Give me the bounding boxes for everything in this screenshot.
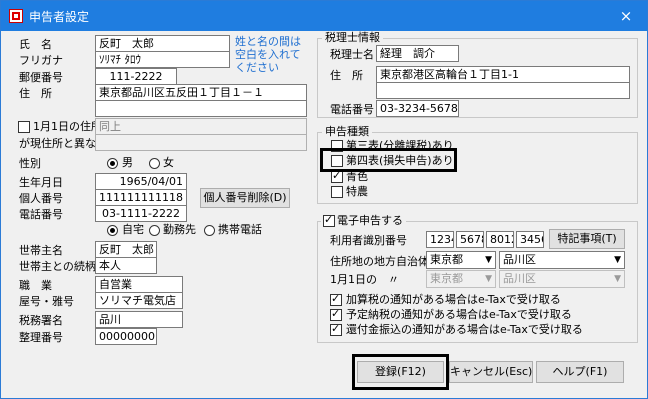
jan1-prefecture-value: 東京都 bbox=[430, 272, 463, 285]
return-type-blue-checkbox[interactable] bbox=[331, 169, 343, 183]
address-label: 住 所 bbox=[19, 87, 52, 100]
user-id-part3-input[interactable]: 8012 bbox=[486, 231, 514, 248]
furigana-label: フリガナ bbox=[19, 54, 63, 67]
ref-number-input[interactable]: 00000000 bbox=[95, 328, 157, 345]
help-button[interactable]: ヘルプ(F1) bbox=[536, 361, 624, 383]
address-line2-input[interactable] bbox=[95, 100, 307, 117]
settings-dialog: 申告者設定 × 氏 名 反町 太郎 フリガナ ｿﾘﾏﾁ ﾀﾛｳ 姓と名の間は空白… bbox=[0, 0, 648, 399]
register-button[interactable]: 登録(F12) bbox=[357, 361, 444, 383]
city-value: 品川区 bbox=[503, 253, 536, 266]
chevron-down-icon: ▼ bbox=[485, 255, 492, 265]
shop-name-input[interactable]: ソリマチ電気店 bbox=[95, 292, 183, 309]
close-icon[interactable]: × bbox=[615, 6, 637, 26]
occupation-input[interactable]: 自営業 bbox=[95, 276, 183, 293]
user-id-label: 利用者識別番号 bbox=[330, 234, 407, 247]
return-type-tokuno-checkbox[interactable] bbox=[331, 186, 343, 198]
jan1-city-value: 品川区 bbox=[503, 272, 536, 285]
notice-prepayment-checkbox[interactable] bbox=[330, 307, 342, 321]
tax-office-input[interactable]: 品川 bbox=[95, 311, 183, 328]
notice-penalty-label: 加算税の通知がある場合はe-Taxで受け取る bbox=[346, 293, 561, 306]
accountant-name-label: 税理士名 bbox=[330, 48, 374, 61]
jan1-local-label: 1月1日の 〃 bbox=[330, 273, 399, 286]
accountant-phone-label: 電話番号 bbox=[330, 103, 374, 116]
etax-enable-checkbox[interactable] bbox=[323, 213, 335, 227]
address-line1-input[interactable]: 東京都品川区五反田１丁目１－１ bbox=[95, 84, 307, 101]
gender-male-label: 男 bbox=[122, 156, 133, 169]
special-notes-button[interactable]: 特記事項(T) bbox=[549, 229, 625, 249]
mynumber-delete-button[interactable]: 個人番号削除(D) bbox=[200, 188, 290, 208]
tax-office-label: 税務署名 bbox=[19, 314, 63, 327]
mynumber-label: 個人番号 bbox=[19, 192, 63, 205]
household-head-label: 世帯主名 bbox=[19, 244, 63, 257]
phone-mobile-label: 携帯電話 bbox=[218, 223, 262, 236]
jan1-city-select[interactable]: 品川区 ▼ bbox=[499, 270, 625, 288]
gender-label: 性別 bbox=[19, 157, 41, 170]
app-icon bbox=[9, 9, 23, 23]
ref-number-label: 整理番号 bbox=[19, 331, 63, 344]
mynumber-input[interactable]: 111111111118 bbox=[95, 189, 187, 206]
phone-label: 電話番号 bbox=[19, 208, 63, 221]
jan1-label-line1: 1月1日の住所 bbox=[33, 120, 102, 133]
postal-label: 郵便番号 bbox=[19, 71, 63, 84]
return-type-group-title: 申告種類 bbox=[322, 125, 372, 139]
gender-female-label: 女 bbox=[163, 156, 174, 169]
jan1-prefecture-select[interactable]: 東京都 ▼ bbox=[426, 270, 496, 288]
title-bar: 申告者設定 × bbox=[1, 1, 647, 31]
chevron-down-icon: ▼ bbox=[485, 274, 492, 284]
occupation-label: 職 業 bbox=[19, 279, 52, 292]
jan1-address-line2-input[interactable] bbox=[95, 134, 307, 151]
user-id-part2-input[interactable]: 5678 bbox=[456, 231, 484, 248]
household-head-input[interactable]: 反町 太郎 bbox=[95, 241, 157, 258]
furigana-input[interactable]: ｿﾘﾏﾁ ﾀﾛｳ bbox=[95, 51, 230, 68]
gender-male-radio[interactable] bbox=[107, 158, 118, 169]
accountant-address-line1-input[interactable]: 東京都港区高輪台１丁目1-1 bbox=[376, 66, 630, 83]
jan1-different-checkbox[interactable] bbox=[18, 121, 30, 133]
cancel-button[interactable]: キャンセル(Esc) bbox=[449, 361, 533, 383]
notice-refund-checkbox[interactable] bbox=[330, 322, 342, 336]
accountant-address-line2-input[interactable] bbox=[376, 82, 630, 99]
relation-label: 世帯主との続柄 bbox=[19, 260, 96, 273]
window-title: 申告者設定 bbox=[29, 10, 90, 24]
accountant-address-label: 住 所 bbox=[330, 69, 363, 82]
name-input[interactable]: 反町 太郎 bbox=[95, 35, 230, 52]
prefecture-select[interactable]: 東京都 ▼ bbox=[426, 251, 496, 269]
accountant-phone-input[interactable]: 03-3234-5678 bbox=[376, 100, 459, 117]
gender-female-radio[interactable] bbox=[149, 158, 160, 169]
notice-prepayment-label: 予定納税の通知がある場合はe-Taxで受け取る bbox=[346, 308, 572, 321]
return-type-tokuno-label: 特農 bbox=[346, 185, 368, 198]
phone-input[interactable]: 03-1111-2222 bbox=[95, 205, 187, 222]
return-type-blue-label: 青色 bbox=[346, 170, 368, 183]
highlight-frame bbox=[320, 148, 457, 172]
birth-label: 生年月日 bbox=[19, 176, 63, 189]
birth-date-input[interactable]: 1965/04/01 bbox=[95, 173, 187, 190]
user-id-part1-input[interactable]: 1234 bbox=[426, 231, 454, 248]
postal-input[interactable]: 111-2222 bbox=[95, 68, 177, 85]
phone-home-radio[interactable] bbox=[107, 225, 118, 236]
shop-name-label: 屋号・雅号 bbox=[19, 295, 74, 308]
phone-work-label: 勤務先 bbox=[163, 223, 196, 236]
relation-input[interactable]: 本人 bbox=[95, 257, 157, 274]
notice-refund-label: 還付金振込の通知がある場合はe-Taxで受け取る bbox=[346, 323, 583, 336]
phone-work-radio[interactable] bbox=[149, 225, 160, 236]
city-select[interactable]: 品川区 ▼ bbox=[499, 251, 625, 269]
chevron-down-icon: ▼ bbox=[614, 274, 621, 284]
user-id-part4-input[interactable]: 3456 bbox=[516, 231, 544, 248]
prefecture-value: 東京都 bbox=[430, 253, 463, 266]
phone-mobile-radio[interactable] bbox=[204, 225, 215, 236]
notice-penalty-checkbox[interactable] bbox=[330, 292, 342, 306]
accountant-group-title: 税理士情報 bbox=[322, 31, 383, 45]
jan1-label-line2: が現住所と異なる bbox=[19, 137, 107, 150]
jan1-address-line1-input[interactable]: 同上 bbox=[95, 118, 307, 135]
name-note: 姓と名の間は空白を入れてください bbox=[235, 35, 301, 74]
local-gov-label: 住所地の地方自治体 bbox=[330, 255, 429, 268]
phone-home-label: 自宅 bbox=[122, 223, 144, 236]
name-label: 氏 名 bbox=[19, 38, 52, 51]
chevron-down-icon: ▼ bbox=[614, 255, 621, 265]
accountant-name-input[interactable]: 経理 調介 bbox=[376, 45, 459, 62]
